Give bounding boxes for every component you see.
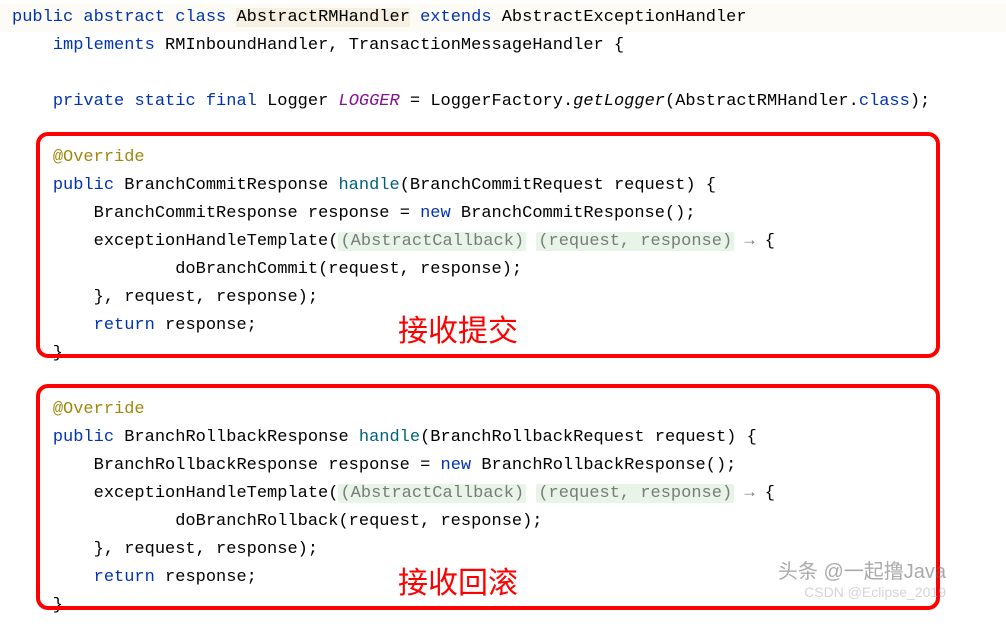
code-line: }, request, response); [0,284,1006,312]
label-commit: 接收提交 [398,318,518,346]
code-line [0,368,1006,396]
code-line: @Override [0,396,1006,424]
watermark-csdn: CSDN @Eclipse_2019 [804,578,946,606]
code-line [0,60,1006,88]
label-rollback: 接收回滚 [398,570,518,598]
code-line: private static final Logger LOGGER = Log… [0,88,1006,116]
code-line: public abstract class AbstractRMHandler … [0,4,1006,32]
code-line: public BranchCommitResponse handle(Branc… [0,172,1006,200]
code-line: BranchRollbackResponse response = new Br… [0,452,1006,480]
code-line: doBranchRollback(request, response); [0,508,1006,536]
code-line: implements RMInboundHandler, Transaction… [0,32,1006,60]
code-line: public BranchRollbackResponse handle(Bra… [0,424,1006,452]
code-block: public abstract class AbstractRMHandler … [0,4,1006,620]
code-line: BranchCommitResponse response = new Bran… [0,200,1006,228]
code-line: exceptionHandleTemplate((AbstractCallbac… [0,480,1006,508]
code-line: @Override [0,144,1006,172]
code-line: doBranchCommit(request, response); [0,256,1006,284]
code-line: exceptionHandleTemplate((AbstractCallbac… [0,228,1006,256]
code-line [0,116,1006,144]
